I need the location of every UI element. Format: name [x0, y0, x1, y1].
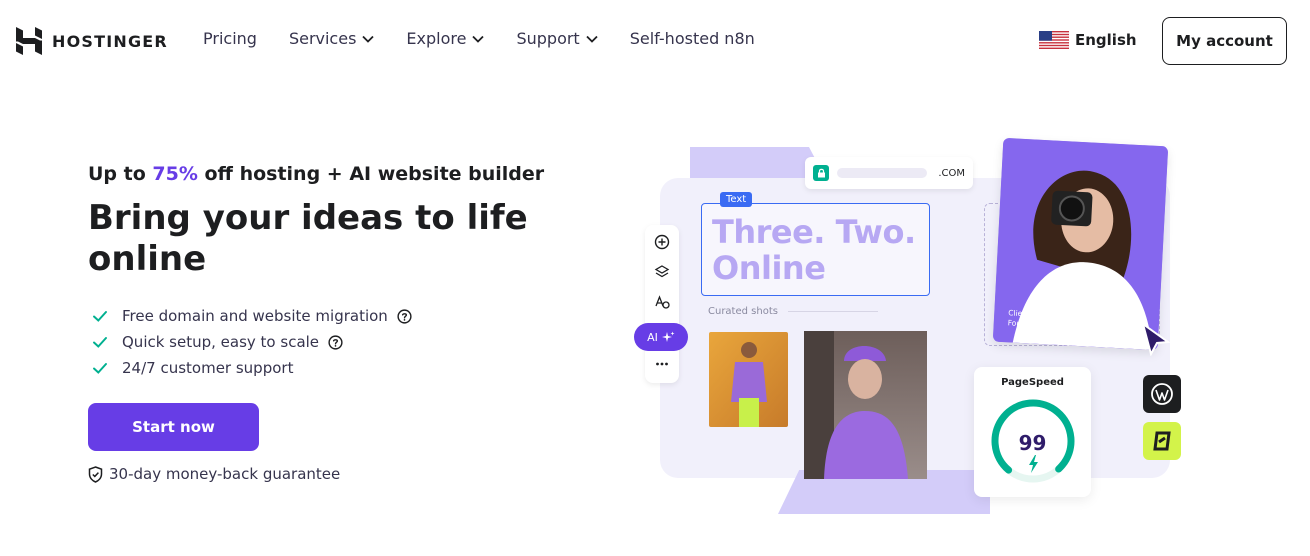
nav-item-services[interactable]: Services [288, 29, 375, 48]
divider [787, 311, 878, 312]
language-selector[interactable]: English [1039, 31, 1137, 49]
brand-name: HOSTINGER [52, 31, 168, 51]
layers-icon [654, 265, 670, 278]
check-icon [93, 311, 107, 322]
promo-text: Up to 75% off hosting + AI website build… [88, 163, 544, 185]
url-bar: .COM [805, 157, 973, 189]
fashion-photo-purple-suit [709, 332, 788, 427]
pagespeed-card: PageSpeed 99 [974, 367, 1091, 497]
check-icon [93, 363, 107, 374]
lock-icon [813, 165, 829, 181]
hostinger-logo-icon [16, 27, 42, 55]
ai-label: AI [647, 330, 658, 344]
chevron-down-icon [472, 35, 485, 43]
feature-list: Free domain and website migration Quick … [92, 303, 412, 381]
nav-item-support[interactable]: Support [516, 29, 598, 48]
fashion-photo-purple-jacket [804, 331, 927, 479]
text-element-tag: Text [720, 192, 753, 207]
nav-item-self-hosted-n8n[interactable]: Self-hosted n8n [630, 29, 755, 48]
nav-item-label: Support [516, 29, 580, 48]
nav-item-label: Explore [406, 29, 467, 48]
feature-item: Quick setup, easy to scale [92, 329, 412, 355]
promo-prefix: Up to [88, 163, 153, 185]
site-header: HOSTINGER Pricing Services Explore Suppo… [0, 0, 1310, 82]
pointer-cursor-icon [1141, 322, 1171, 356]
headline-line1: Three. Two. [712, 213, 916, 251]
nav-item-label: Pricing [203, 29, 257, 48]
chevron-down-icon [362, 35, 375, 43]
add-icon [654, 234, 670, 250]
sparkle-icon [661, 331, 675, 342]
us-flag-icon [1039, 31, 1069, 49]
guarantee-text: 30-day money-back guarantee [109, 465, 341, 483]
curated-shots-heading: Curated shots [708, 306, 878, 317]
more-icon [656, 362, 668, 366]
editor-toolbar [645, 225, 679, 383]
my-account-button[interactable]: My account [1162, 17, 1287, 65]
feature-item: Free domain and website migration [92, 303, 412, 329]
ai-button: AI [634, 323, 688, 351]
text-block: Three. Two. Online [701, 203, 930, 296]
feature-text: Free domain and website migration [122, 307, 388, 325]
chevron-down-icon [586, 35, 598, 43]
pagespeed-score: 99 [1018, 431, 1047, 455]
promo-suffix: off hosting + AI website builder [197, 163, 545, 185]
money-back-guarantee: 30-day money-back guarantee [88, 465, 340, 483]
pagespeed-label: PageSpeed [1001, 377, 1064, 388]
promo-discount: 75% [152, 163, 198, 185]
main-nav: Pricing Services Explore Support Self-ho… [203, 29, 787, 48]
feature-text: 24/7 customer support [122, 359, 294, 377]
url-placeholder [837, 168, 927, 178]
feature-item: 24/7 customer support [92, 355, 412, 381]
nav-item-explore[interactable]: Explore [406, 29, 485, 48]
start-now-button[interactable]: Start now [88, 403, 259, 451]
check-icon [93, 337, 107, 348]
hero-illustration: .COM AI Three. Two. Online Text Curated … [630, 130, 1200, 530]
nav-item-label: Self-hosted n8n [629, 29, 755, 48]
hostinger-logo[interactable]: HOSTINGER [16, 27, 168, 55]
hero-title: Bring your ideas to life online [88, 198, 528, 279]
lightning-icon [1029, 455, 1038, 473]
styles-icon [655, 295, 670, 309]
nav-item-label: Services [288, 29, 357, 48]
shield-check-icon [88, 465, 103, 483]
help-icon[interactable] [397, 308, 412, 324]
language-label: English [1075, 31, 1137, 49]
wordpress-icon [1143, 375, 1181, 413]
hostinger-builder-icon [1143, 422, 1181, 460]
help-icon[interactable] [328, 334, 343, 350]
feature-text: Quick setup, easy to scale [122, 333, 320, 351]
headline-line2: Online [712, 249, 826, 287]
photographer-portrait: Client: Anna Franques Founder of annafra… [992, 137, 1169, 351]
url-domain: .COM [938, 167, 965, 179]
curated-label: Curated shots [708, 306, 778, 317]
nav-item-pricing[interactable]: Pricing [203, 29, 257, 48]
